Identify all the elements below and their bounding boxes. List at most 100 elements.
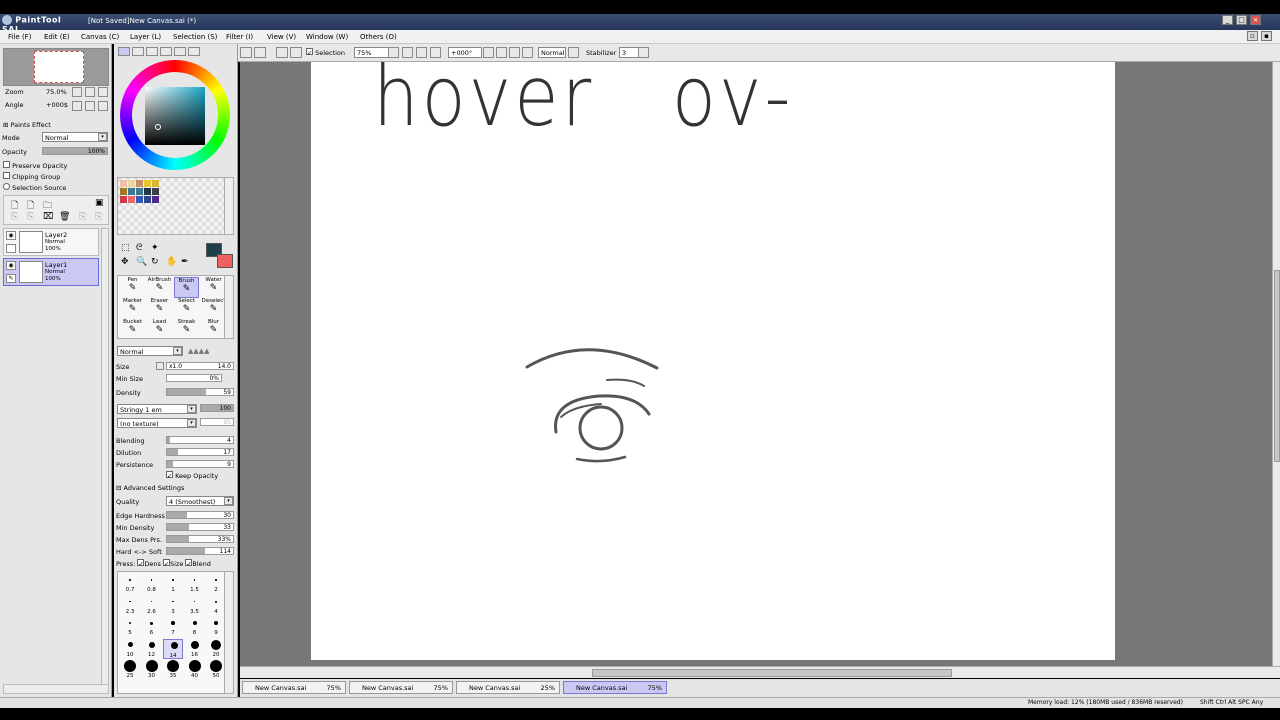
- brush-size-preset[interactable]: 0.7: [120, 574, 140, 594]
- clear-layer-icon[interactable]: ⌧: [43, 212, 53, 222]
- vertical-scrollbar[interactable]: [1272, 62, 1280, 666]
- minimize-icon[interactable]: _: [1222, 15, 1233, 25]
- brush-size-preset[interactable]: 4: [206, 596, 224, 616]
- menu-window[interactable]: Window (W): [306, 33, 348, 41]
- brush-size-preset[interactable]: 20: [206, 639, 224, 659]
- color-swatch[interactable]: [120, 196, 127, 203]
- brush-size-preset[interactable]: 12: [142, 639, 162, 659]
- layer-mask-icon[interactable]: ▣: [95, 198, 104, 208]
- eyedropper-icon[interactable]: ✒: [181, 257, 189, 267]
- tool-marker[interactable]: Marker ✎: [120, 298, 145, 319]
- delete-layer-icon[interactable]: 🗑: [59, 212, 70, 222]
- brush-size-preset[interactable]: 6: [142, 617, 162, 637]
- undo-icon[interactable]: [240, 47, 252, 58]
- zoom-icon[interactable]: 🔍: [136, 257, 147, 267]
- maximize-icon[interactable]: □: [1236, 15, 1247, 25]
- selection-toggle[interactable]: ✓ Selection: [306, 48, 345, 57]
- color-swatch[interactable]: [152, 180, 159, 187]
- menu-file[interactable]: File (F): [8, 33, 31, 41]
- color-swatch[interactable]: [136, 188, 143, 195]
- rotate-icon[interactable]: ↻: [151, 257, 159, 267]
- brush-size-preset[interactable]: 16: [185, 639, 205, 659]
- brush-size-scrollbar[interactable]: [224, 571, 234, 694]
- tool-blur[interactable]: Blur ✎: [201, 319, 226, 340]
- paints-effect-toggle[interactable]: ⊞ Paints Effect: [3, 121, 51, 129]
- tool-eraser[interactable]: Eraser ✎: [147, 298, 172, 319]
- vertical-scroll-thumb[interactable]: [1274, 270, 1280, 462]
- horizontal-scroll-thumb[interactable]: [592, 669, 952, 677]
- tool-select[interactable]: Select ✎: [174, 298, 199, 319]
- tool-streak[interactable]: Streak ✎: [174, 319, 199, 340]
- density-slider[interactable]: 59: [166, 388, 234, 396]
- lock-icon[interactable]: [6, 244, 16, 253]
- tool-pen[interactable]: Pen ✎: [120, 277, 145, 298]
- tool-airbrush[interactable]: AirBrush ✎: [147, 277, 172, 298]
- zoom-in-icon[interactable]: [85, 87, 95, 97]
- rotate-left-icon[interactable]: [72, 101, 82, 111]
- color-swatch[interactable]: [120, 188, 127, 195]
- brush-size-preset[interactable]: 8: [185, 617, 205, 637]
- layer-row-selected[interactable]: ◉ ✎ Layer1 Normal 100%: [3, 258, 99, 286]
- lasso-icon[interactable]: ᘓ: [136, 243, 142, 253]
- advanced-settings-toggle[interactable]: ⊟ Advanced Settings: [116, 484, 184, 492]
- tool-deselect[interactable]: Deselect ✎: [201, 298, 226, 319]
- persistence-slider[interactable]: 9: [166, 460, 234, 468]
- min-density-slider[interactable]: 33: [166, 523, 234, 531]
- brush-size-preset[interactable]: 2: [206, 574, 224, 594]
- layer-row[interactable]: ◉ Layer2 Normal 100%: [3, 228, 99, 256]
- brush-size-preset[interactable]: 2.6: [142, 596, 162, 616]
- tool-water[interactable]: Water ✎: [201, 277, 226, 298]
- menu-selection[interactable]: Selection (S): [173, 33, 217, 41]
- keep-opacity-row[interactable]: ✓ Keep Opacity: [166, 471, 218, 480]
- menu-canvas[interactable]: Canvas (C): [81, 33, 119, 41]
- color-swatch[interactable]: [144, 196, 151, 203]
- navigator-preview[interactable]: [3, 48, 109, 86]
- visibility-eye-icon[interactable]: ◉: [6, 231, 16, 240]
- hsv-slider-tab-icon[interactable]: [146, 47, 158, 56]
- brush-shape-select[interactable]: Stringy 1 em ▾: [117, 404, 197, 414]
- dilution-slider[interactable]: 17: [166, 448, 234, 456]
- selection-source-row[interactable]: Selection Source: [3, 183, 66, 192]
- preserve-opacity-checkbox[interactable]: [3, 161, 10, 168]
- blend-mode-select[interactable]: Normal ▾: [42, 132, 108, 142]
- brush-size-preset[interactable]: 14: [163, 638, 183, 659]
- document-tab[interactable]: New Canvas.sai 25%: [456, 681, 560, 694]
- invert-selection-icon[interactable]: [290, 47, 302, 58]
- brush-size-preset[interactable]: 0.8: [142, 574, 162, 594]
- brush-shape-icons[interactable]: ▲▲▲▲: [188, 347, 210, 355]
- magic-wand-icon[interactable]: ✦: [151, 243, 159, 253]
- mdi-close-icon[interactable]: ▪: [1261, 31, 1272, 41]
- texture-amount-slider[interactable]: 95: [200, 418, 234, 426]
- layer-prop-icon[interactable]: ⎘: [79, 212, 86, 222]
- document-tab-active[interactable]: New Canvas.sai 75%: [563, 681, 667, 694]
- document-tab[interactable]: New Canvas.sai 75%: [349, 681, 453, 694]
- brush-size-preset[interactable]: 1.5: [185, 574, 205, 594]
- brush-size-preset[interactable]: 40: [185, 660, 205, 680]
- clipping-group-checkbox[interactable]: [3, 172, 10, 179]
- scratchpad-tab-icon[interactable]: [188, 47, 200, 56]
- pencil-icon[interactable]: ✎: [6, 274, 16, 283]
- zoom-out-icon[interactable]: [72, 87, 82, 97]
- brush-size-preset[interactable]: 5: [120, 617, 140, 637]
- edge-hardness-slider[interactable]: 30: [166, 511, 234, 519]
- angle-value[interactable]: +000$: [46, 101, 68, 109]
- brush-size-preset[interactable]: 50: [206, 660, 224, 680]
- drawing-canvas[interactable]: hover ov-: [311, 48, 1115, 660]
- tool-bucket[interactable]: Bucket ✎: [120, 319, 145, 340]
- brush-size-preset[interactable]: 9: [206, 617, 224, 637]
- visibility-eye-icon[interactable]: ◉: [6, 261, 16, 270]
- color-swatch[interactable]: [152, 196, 159, 203]
- menu-view[interactable]: View (V): [267, 33, 296, 41]
- hand-icon[interactable]: ✋: [166, 257, 177, 267]
- layer-scrollbar[interactable]: [101, 228, 109, 690]
- brush-size-preset[interactable]: 1: [163, 574, 183, 594]
- brush-blend-select[interactable]: Normal ▾: [117, 346, 183, 356]
- color-swatch[interactable]: [136, 196, 143, 203]
- preserve-opacity-row[interactable]: Preserve Opacity: [3, 161, 67, 170]
- menu-edit[interactable]: Edit (E): [44, 33, 70, 41]
- hard-soft-slider[interactable]: 114: [166, 547, 234, 555]
- keep-opacity-checkbox[interactable]: ✓: [166, 471, 173, 480]
- document-tab[interactable]: New Canvas.sai 75%: [242, 681, 346, 694]
- tool-lead[interactable]: Lead ✎: [147, 319, 172, 340]
- color-swatch[interactable]: [144, 180, 151, 187]
